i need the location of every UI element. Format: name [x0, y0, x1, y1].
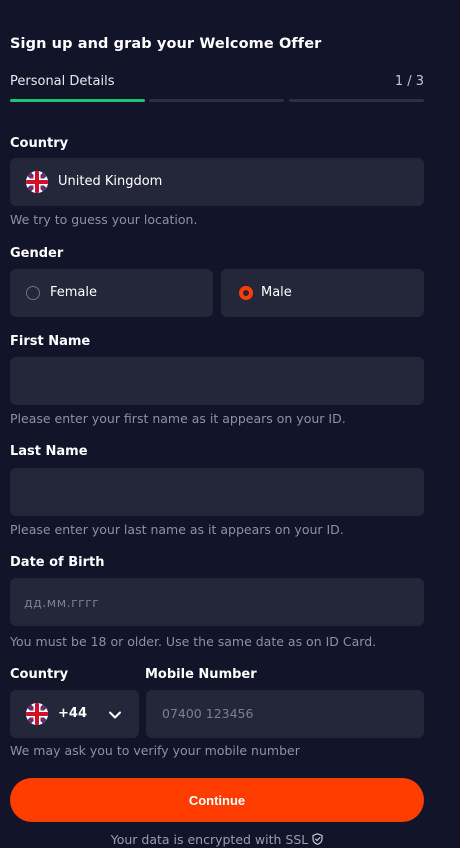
last-name-hint: Please enter your last name as it appear…	[10, 522, 344, 537]
uk-flag-icon	[26, 171, 48, 193]
mobile-number-label: Mobile Number	[145, 667, 257, 682]
progress-segment-3	[289, 99, 424, 102]
last-name-label: Last Name	[10, 444, 88, 459]
progress-segment-2	[149, 99, 284, 102]
country-hint: We try to guess your location.	[10, 212, 198, 227]
ssl-note-text: Your data is encrypted with SSL	[110, 832, 309, 847]
dob-field[interactable]: дд.мм.гггг	[10, 578, 424, 626]
continue-button[interactable]: Continue	[10, 778, 424, 822]
dob-placeholder: дд.мм.гггг	[24, 595, 100, 610]
step-label: Personal Details	[10, 74, 115, 89]
step-count: 1 / 3	[394, 74, 424, 89]
last-name-input[interactable]	[24, 482, 408, 499]
gender-option-female[interactable]: Female	[10, 269, 213, 317]
first-name-label: First Name	[10, 334, 91, 349]
dial-code-value: +44	[58, 706, 87, 721]
country-value: United Kingdom	[58, 174, 163, 189]
gender-option-male[interactable]: Male	[221, 269, 424, 317]
dob-hint: You must be 18 or older. Use the same da…	[10, 634, 377, 649]
dob-label: Date of Birth	[10, 555, 105, 570]
mobile-number-input[interactable]	[160, 705, 414, 722]
first-name-input[interactable]	[24, 371, 408, 388]
step-progress-bar	[10, 99, 424, 103]
phone-country-label: Country	[10, 667, 69, 682]
gender-label: Gender	[10, 246, 64, 261]
female-label: Female	[50, 285, 98, 300]
chevron-down-icon[interactable]	[108, 707, 122, 726]
male-label: Male	[261, 285, 292, 300]
first-name-field[interactable]	[10, 357, 424, 405]
male-radio-icon[interactable]	[239, 286, 253, 300]
last-name-field[interactable]	[10, 468, 424, 516]
female-radio-icon[interactable]	[26, 286, 40, 300]
page-title: Sign up and grab your Welcome Offer	[10, 36, 322, 52]
mobile-number-field[interactable]	[146, 690, 424, 738]
dial-code-select[interactable]: +44	[10, 690, 139, 738]
phone-hint: We may ask you to verify your mobile num…	[10, 743, 300, 758]
country-label: Country	[10, 136, 69, 151]
progress-segment-1	[10, 99, 145, 102]
ssl-note: Your data is encrypted with SSL	[0, 832, 434, 848]
first-name-hint: Please enter your first name as it appea…	[10, 411, 346, 426]
shield-check-icon	[312, 833, 323, 848]
country-select[interactable]: United Kingdom	[10, 158, 424, 206]
uk-flag-icon	[26, 703, 48, 725]
